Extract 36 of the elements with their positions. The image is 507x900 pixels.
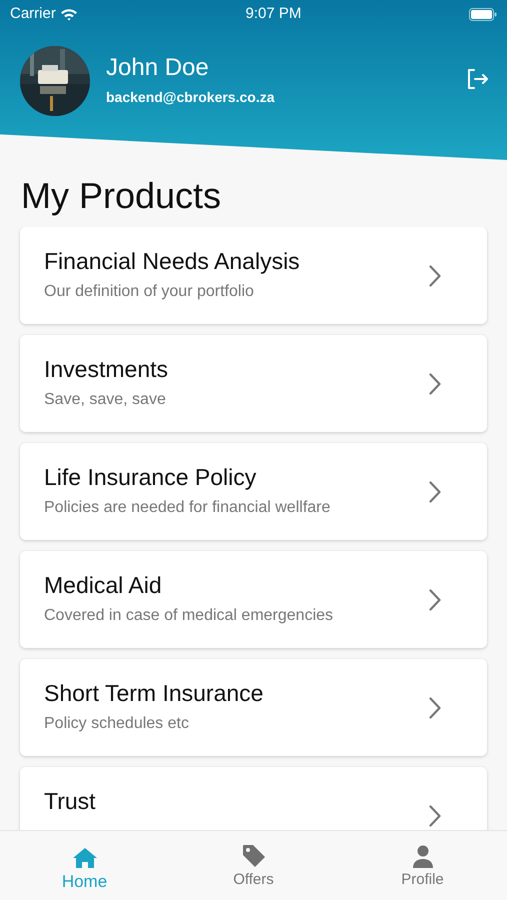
logout-button[interactable] [465, 66, 489, 92]
product-card[interactable]: Trust [20, 767, 487, 830]
battery-icon [469, 8, 497, 20]
chevron-icon [429, 696, 441, 719]
tag-icon [240, 843, 266, 869]
chevron-icon [429, 480, 441, 503]
product-card[interactable]: Short Term Insurance Policy schedules etc [20, 659, 487, 756]
page-title: My Products [21, 174, 222, 218]
chevron-icon [429, 588, 441, 611]
product-title: Financial Needs Analysis [44, 247, 301, 276]
chevron-icon [429, 264, 441, 287]
product-subtitle: Covered in case of medical emergencies [44, 606, 334, 626]
chevron-icon [429, 804, 441, 827]
product-card[interactable]: Investments Save, save, save [20, 335, 487, 432]
chevron-icon [429, 372, 441, 395]
user-email: backend@cbrokers.co.za [106, 88, 276, 107]
product-title: Short Term Insurance [44, 679, 264, 708]
product-subtitle: Save, save, save [44, 390, 167, 410]
home-icon [72, 847, 98, 869]
product-title: Investments [44, 355, 169, 384]
user-name: John Doe [106, 54, 210, 83]
product-subtitle: Policies are needed for financial wellfare [44, 498, 332, 518]
product-title: Medical Aid [44, 571, 163, 600]
product-title: Life Insurance Policy [44, 463, 258, 492]
product-card[interactable]: Medical Aid Covered in case of medical emergencies [20, 551, 487, 648]
carrier-label: Carrier [10, 4, 56, 24]
status-time: 9:07 PM [245, 4, 302, 24]
product-subtitle: Our definition of your portfolio [44, 282, 255, 302]
product-title: Trust [44, 787, 97, 816]
tab-button[interactable]: Profile [338, 831, 507, 900]
product-card[interactable]: Life Insurance Policy Policies are needed for financial wellfare [20, 443, 487, 540]
wifi-icon [60, 8, 78, 20]
tab-button[interactable]: Offers [169, 831, 338, 900]
product-card[interactable]: Financial Needs Analysis Our definition of your portfolio [20, 227, 487, 324]
product-subtitle: Policy schedules etc [44, 714, 190, 734]
person-icon [412, 845, 434, 869]
